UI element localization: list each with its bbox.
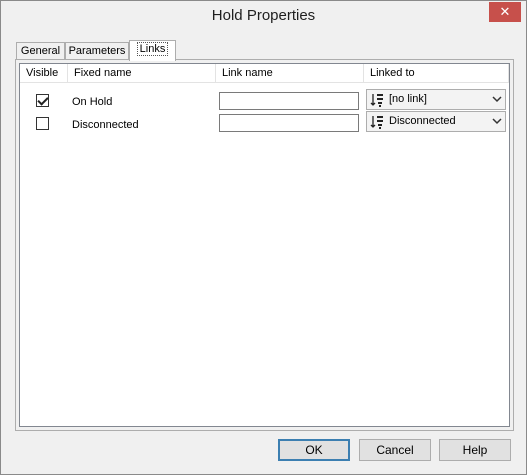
link-icon xyxy=(370,116,383,129)
title-bar: Hold Properties ✕ xyxy=(1,1,526,31)
dialog-window: Hold Properties ✕ General Parameters Lin… xyxy=(0,0,527,475)
tab-label: Parameters xyxy=(68,45,126,57)
cancel-button[interactable]: Cancel xyxy=(359,439,431,461)
column-header-fixed-name[interactable]: Fixed name xyxy=(68,64,216,83)
column-header-label: Fixed name xyxy=(74,67,132,79)
column-header-label: Linked to xyxy=(370,67,415,79)
link-name-input[interactable] xyxy=(219,114,359,132)
fixed-name-cell: On Hold xyxy=(72,96,113,108)
visible-checkbox[interactable] xyxy=(36,94,49,107)
window-title: Hold Properties xyxy=(211,7,316,24)
ok-button[interactable]: OK xyxy=(278,439,350,461)
linked-to-dropdown[interactable]: Disconnected xyxy=(366,111,506,132)
chevron-down-icon xyxy=(492,118,502,125)
fixed-name-cell: Disconnected xyxy=(72,119,139,131)
column-header-link-name[interactable]: Link name xyxy=(216,64,364,83)
chevron-down-icon xyxy=(492,96,502,103)
visible-checkbox[interactable] xyxy=(36,117,49,130)
linked-to-value: [no link] xyxy=(389,93,427,105)
tab-label: Links xyxy=(136,42,169,56)
links-list[interactable]: Visible Fixed name Link name Linked to O… xyxy=(19,63,510,427)
close-button[interactable]: ✕ xyxy=(489,2,521,22)
column-header-label: Link name xyxy=(222,67,273,79)
linked-to-dropdown[interactable]: [no link] xyxy=(366,89,506,110)
close-icon: ✕ xyxy=(499,4,511,19)
link-name-input[interactable] xyxy=(219,92,359,110)
linked-to-value: Disconnected xyxy=(389,115,456,127)
tab-links[interactable]: Links xyxy=(129,40,176,61)
link-icon xyxy=(370,94,383,107)
tab-label: General xyxy=(20,45,61,57)
column-header-visible[interactable]: Visible xyxy=(20,64,68,83)
column-header-label: Visible xyxy=(26,67,59,79)
column-header-linked-to[interactable]: Linked to xyxy=(364,64,509,83)
links-tab-panel: Visible Fixed name Link name Linked to O… xyxy=(15,59,514,431)
help-button[interactable]: Help xyxy=(439,439,511,461)
